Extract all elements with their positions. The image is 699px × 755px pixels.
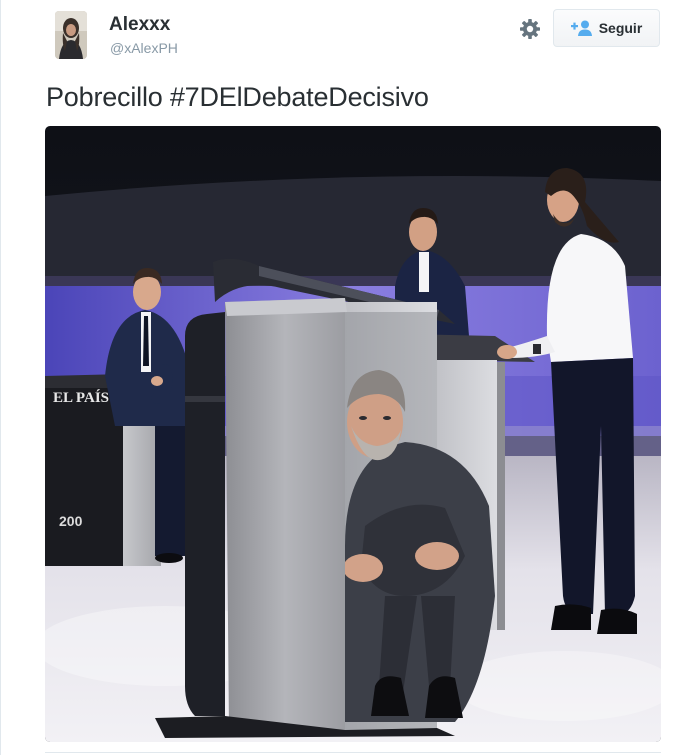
avatar-image bbox=[55, 11, 87, 59]
gear-icon[interactable] bbox=[518, 17, 542, 41]
tweet-text: Pobrecillo #7DElDebateDecisivo bbox=[46, 82, 429, 112]
podium-number-text: 200 bbox=[59, 513, 83, 529]
author-display-name[interactable]: Alexxx bbox=[109, 14, 170, 36]
debate-stage-photo: EL PAÍS 200 bbox=[45, 126, 661, 742]
divider bbox=[45, 752, 661, 753]
tweet-permalink: Alexxx @xAlexPH Seguir Pobrecillo #7DElD… bbox=[0, 0, 699, 755]
podium-sign-text: EL PAÍS bbox=[53, 389, 109, 406]
add-person-icon bbox=[570, 20, 592, 36]
follow-button-label: Seguir bbox=[598, 20, 643, 36]
author-handle[interactable]: @xAlexPH bbox=[110, 40, 178, 56]
follow-button[interactable]: Seguir bbox=[553, 9, 660, 47]
avatar[interactable] bbox=[55, 11, 87, 59]
tweet-photo[interactable]: EL PAÍS 200 bbox=[45, 126, 661, 742]
column-border bbox=[0, 0, 1, 755]
